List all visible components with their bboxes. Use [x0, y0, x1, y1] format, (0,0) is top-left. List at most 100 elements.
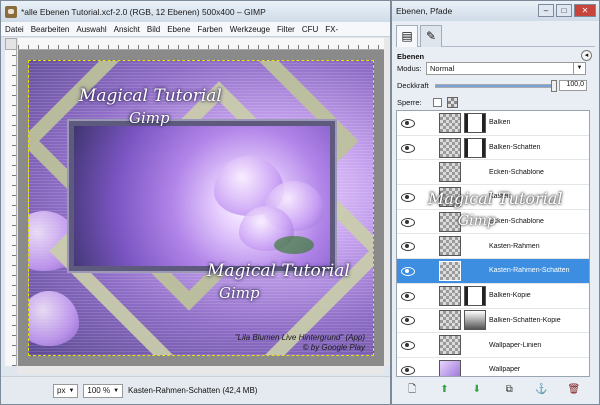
layer-name[interactable]: Kasten [489, 193, 511, 200]
layer-name[interactable]: Ecken-Schablone [489, 169, 544, 176]
menu-werkzeuge[interactable]: Werkzeuge [230, 25, 270, 34]
layer-thumbnail[interactable] [439, 260, 461, 281]
window-controls: – □ ✕ [536, 4, 596, 17]
layer-name[interactable]: Balken-Kopie [489, 292, 531, 299]
watermark-text: Gimp [219, 284, 260, 302]
eye-icon[interactable] [401, 143, 415, 153]
layer-name[interactable]: Kasten-Rahmen-Schatten [489, 267, 570, 274]
status-text: Kasten-Rahmen-Schatten (42,4 MB) [128, 386, 258, 395]
layer-thumbnail[interactable] [439, 359, 461, 376]
layer-mask-thumbnail[interactable] [464, 112, 486, 133]
layer-mask-thumbnail[interactable] [464, 285, 486, 306]
menu-ansicht[interactable]: Ansicht [114, 25, 140, 34]
layer-thumbnail[interactable] [439, 112, 461, 133]
layer-row[interactable]: Kasten-Rahmen-Schatten [397, 259, 589, 284]
eye-icon[interactable] [401, 316, 415, 326]
maximize-button[interactable]: □ [556, 4, 572, 17]
menu-bearbeiten[interactable]: Bearbeiten [31, 25, 70, 34]
menu-auswahl[interactable]: Auswahl [76, 25, 106, 34]
opacity-spinbox[interactable]: 100,0 [559, 80, 587, 91]
eye-icon[interactable] [401, 341, 415, 351]
opacity-slider-handle[interactable] [551, 80, 557, 92]
layer-name[interactable]: Wallpaper-Linien [489, 342, 541, 349]
layer-row[interactable]: Ecken-Schablone [397, 210, 589, 235]
layer-thumbnail[interactable] [439, 186, 461, 207]
image-canvas[interactable]: Magical Tutorial Gimp Magical Tutorial G… [28, 60, 374, 356]
layer-mask-thumbnail[interactable] [464, 137, 486, 158]
dock-titlebar[interactable]: Ebenen, Pfade – □ ✕ [392, 1, 599, 21]
layer-list[interactable]: Balken Balken-Schatten Ecken-Schablone Kast… [396, 110, 590, 377]
menu-datei[interactable]: Datei [5, 25, 24, 34]
layer-row[interactable]: Wallpaper-Linien [397, 333, 589, 358]
close-button[interactable]: ✕ [574, 4, 596, 17]
vertical-scrollbar[interactable] [384, 38, 390, 366]
layer-name[interactable]: Balken [489, 119, 510, 126]
menu-fx[interactable]: FX- [325, 25, 338, 34]
layer-thumbnail[interactable] [439, 137, 461, 158]
unit-select[interactable]: px ▼ [53, 383, 79, 398]
eye-icon[interactable] [401, 242, 415, 252]
tab-paths[interactable]: ✎ [420, 25, 442, 47]
minimize-button[interactable]: – [538, 4, 554, 17]
layers-icon: ▤ [401, 29, 413, 43]
layer-actions: 🗋 ⬆ ⬇ ⧉ ⚓ 🗑 [396, 380, 590, 400]
layer-name[interactable]: Kasten-Rahmen [489, 243, 540, 250]
menu-farben[interactable]: Farben [197, 25, 222, 34]
lower-layer-icon[interactable]: ⬇ [470, 383, 484, 397]
menu-ebene[interactable]: Ebene [167, 25, 190, 34]
layer-thumbnail[interactable] [439, 310, 461, 331]
new-layer-icon[interactable]: 🗋 [405, 383, 419, 397]
anchor-layer-icon[interactable]: ⚓ [534, 383, 548, 397]
panel-title: Ebenen [397, 52, 425, 61]
eye-icon[interactable] [401, 192, 415, 202]
duplicate-layer-icon[interactable]: ⧉ [502, 383, 516, 397]
layer-name[interactable]: Balken-Schatten-Kopie [489, 317, 561, 324]
vertical-ruler[interactable] [5, 50, 17, 366]
layer-row[interactable]: Kasten [397, 185, 589, 210]
opacity-slider[interactable] [435, 80, 557, 92]
menu-cfu[interactable]: CFU [302, 25, 318, 34]
credit-line-2: © by Google Play [302, 343, 365, 352]
horizontal-scrollbar[interactable] [18, 366, 384, 374]
mode-select[interactable]: Normal ▼ [426, 62, 586, 75]
layer-thumbnail[interactable] [439, 211, 461, 232]
layer-name[interactable]: Balken-Schatten [489, 144, 540, 151]
tab-layers[interactable]: ▤ [396, 25, 418, 47]
layer-row[interactable]: Kasten-Rahmen [397, 234, 589, 260]
layer-thumbnail[interactable] [439, 162, 461, 183]
menu-bild[interactable]: Bild [147, 25, 160, 34]
layer-row[interactable]: Balken [397, 111, 589, 136]
zoom-select[interactable]: 100 % ▼ [83, 383, 124, 398]
dock-tabs: ▤ ✎ [396, 23, 595, 47]
configure-tab-button[interactable]: ◂ [581, 50, 592, 61]
lock-pixels-checkbox[interactable] [433, 98, 442, 107]
dock-title: Ebenen, Pfade [396, 6, 453, 16]
horizontal-ruler[interactable] [18, 38, 384, 50]
layer-row[interactable]: Balken-Kopie [397, 284, 589, 309]
image-window-title: *alle Ebenen Tutorial.xcf-2.0 (RGB, 12 E… [21, 6, 266, 17]
eye-icon[interactable] [401, 217, 415, 227]
layer-row[interactable]: Balken-Schatten-Kopie [397, 309, 589, 334]
credit-line-1: "Lila Blumen Live Hintergrund" (App) [234, 333, 365, 342]
layer-row[interactable]: Balken-Schatten [397, 136, 589, 161]
lock-alpha-icon[interactable] [447, 97, 458, 108]
layers-dock-window: Ebenen, Pfade – □ ✕ ▤ ✎ Ebenen ◂ Modus: … [391, 0, 600, 405]
quick-mask-toggle[interactable] [5, 38, 17, 50]
layer-thumbnail[interactable] [439, 236, 461, 257]
eye-icon[interactable] [401, 365, 415, 375]
layer-thumbnail[interactable] [439, 335, 461, 356]
layer-row[interactable]: Wallpaper [397, 358, 589, 376]
eye-icon[interactable] [401, 118, 415, 128]
raise-layer-icon[interactable]: ⬆ [437, 383, 451, 397]
image-window-titlebar[interactable]: *alle Ebenen Tutorial.xcf-2.0 (RGB, 12 E… [1, 1, 390, 22]
canvas-area[interactable]: Magical Tutorial Gimp Magical Tutorial G… [18, 50, 384, 366]
layer-mask-thumbnail[interactable] [464, 310, 486, 331]
layer-name[interactable]: Wallpaper [489, 366, 520, 373]
eye-icon[interactable] [401, 291, 415, 301]
layer-thumbnail[interactable] [439, 285, 461, 306]
layer-row[interactable]: Ecken-Schablone [397, 160, 589, 186]
layer-name[interactable]: Ecken-Schablone [489, 218, 544, 225]
eye-icon[interactable] [401, 266, 415, 276]
delete-layer-icon[interactable]: 🗑 [567, 383, 581, 397]
menu-filter[interactable]: Filter [277, 25, 295, 34]
